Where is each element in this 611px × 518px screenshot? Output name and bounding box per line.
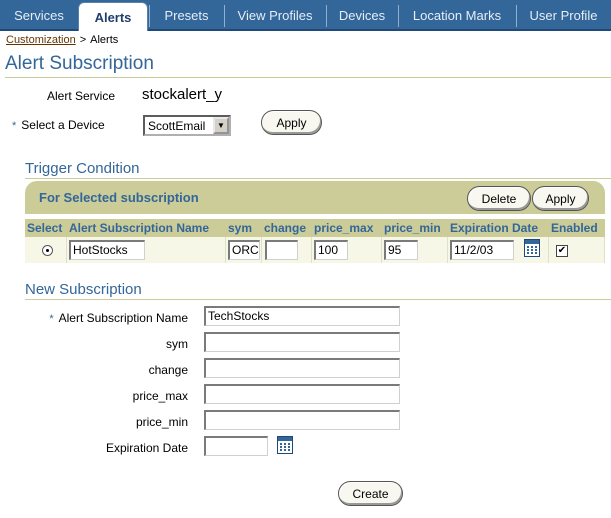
- breadcrumb-current: Alerts: [90, 34, 119, 46]
- required-marker: *: [49, 313, 54, 325]
- tab-location-marks[interactable]: Location Marks: [398, 0, 516, 31]
- new-subscription-heading: New Subscription: [25, 281, 611, 300]
- required-marker: *: [12, 120, 17, 132]
- row-sym-input[interactable]: ORCL: [228, 240, 260, 260]
- breadcrumb-customization-link[interactable]: Customization: [6, 34, 76, 46]
- price-max-input[interactable]: [204, 384, 400, 404]
- device-apply-button[interactable]: Apply: [261, 110, 322, 135]
- column-header-change: change: [262, 219, 312, 237]
- tab-separator: [398, 5, 399, 27]
- column-header-expiration: Expiration Date: [448, 219, 549, 237]
- tab-separator: [224, 5, 225, 27]
- tab-label: Devices: [338, 8, 386, 23]
- device-label: Select a Device: [21, 118, 105, 132]
- create-button[interactable]: Create: [338, 481, 403, 506]
- column-header-price-max: price_max: [312, 219, 382, 237]
- chevron-down-icon[interactable]: ▼: [213, 117, 229, 134]
- column-header-enabled: Enabled: [549, 219, 605, 237]
- breadcrumb: Customization > Alerts: [6, 34, 118, 46]
- column-header-name: Alert Subscription Name: [67, 219, 226, 237]
- delete-button[interactable]: Delete: [467, 186, 531, 211]
- device-apply-label: Apply: [276, 115, 307, 130]
- tab-user-profile[interactable]: User Profile: [516, 0, 611, 31]
- change-label: change: [148, 363, 188, 377]
- tab-separator: [326, 5, 327, 27]
- tab-label: User Profile: [529, 8, 598, 23]
- tab-separator: [516, 5, 517, 27]
- sym-label: sym: [166, 337, 188, 351]
- tab-services[interactable]: Services: [0, 0, 78, 31]
- row-price-min-input[interactable]: 95: [384, 240, 418, 260]
- tab-separator: [149, 5, 150, 27]
- tab-devices[interactable]: Devices: [326, 0, 398, 31]
- device-label-row: * Select a Device: [12, 118, 105, 132]
- row-change-input[interactable]: [265, 240, 298, 260]
- tab-bar: Services Alerts Presets View Profiles De…: [0, 0, 611, 31]
- price-min-label: price_min: [135, 415, 188, 429]
- field-label-row: * Alert Subscription Name: [49, 311, 188, 325]
- column-header-sym: sym: [226, 219, 262, 237]
- breadcrumb-separator: >: [79, 34, 87, 46]
- trigger-condition-heading: Trigger Condition: [25, 160, 611, 179]
- subscription-name-input[interactable]: TechStocks: [204, 306, 400, 326]
- page-title: Alert Subscription: [5, 53, 611, 78]
- selected-subscription-title: For Selected subscription: [39, 190, 199, 205]
- sym-input[interactable]: [204, 332, 400, 352]
- tab-presets[interactable]: Presets: [149, 0, 224, 31]
- alert-service-value: stockalert_y: [142, 86, 223, 103]
- price-min-input[interactable]: [204, 410, 400, 430]
- alert-service-label: Alert Service: [47, 89, 116, 103]
- tab-label: View Profiles: [237, 8, 313, 23]
- row-price-max-input[interactable]: 100: [314, 240, 348, 260]
- change-input[interactable]: [204, 358, 400, 378]
- tab-alerts[interactable]: Alerts: [78, 2, 148, 31]
- tab-label: Location Marks: [412, 8, 502, 23]
- row-expiration-input[interactable]: 11/2/03: [450, 240, 514, 260]
- device-select[interactable]: ScottEmail ▼: [143, 115, 231, 136]
- tab-label: Presets: [164, 8, 209, 23]
- row-name-input[interactable]: HotStocks: [69, 240, 145, 260]
- column-header-price-min: price_min: [382, 219, 448, 237]
- expiration-label: Expiration Date: [105, 441, 188, 455]
- calendar-icon[interactable]: [524, 239, 540, 257]
- expiration-input[interactable]: [204, 436, 268, 456]
- name-label: Alert Subscription Name: [58, 311, 188, 325]
- enabled-checkbox[interactable]: ✔: [556, 245, 568, 257]
- column-header-select: Select: [25, 219, 67, 237]
- tab-label: Services: [14, 8, 64, 23]
- trigger-apply-label: Apply: [545, 191, 576, 206]
- trigger-apply-button[interactable]: Apply: [532, 186, 589, 211]
- calendar-icon[interactable]: [277, 436, 293, 454]
- tab-view-profiles[interactable]: View Profiles: [224, 0, 326, 31]
- delete-label: Delete: [481, 191, 517, 206]
- price-max-label: price_max: [132, 389, 188, 403]
- device-select-value: ScottEmail: [148, 119, 206, 133]
- create-label: Create: [352, 486, 389, 501]
- tab-label: Alerts: [94, 9, 132, 25]
- select-radio[interactable]: [42, 245, 53, 256]
